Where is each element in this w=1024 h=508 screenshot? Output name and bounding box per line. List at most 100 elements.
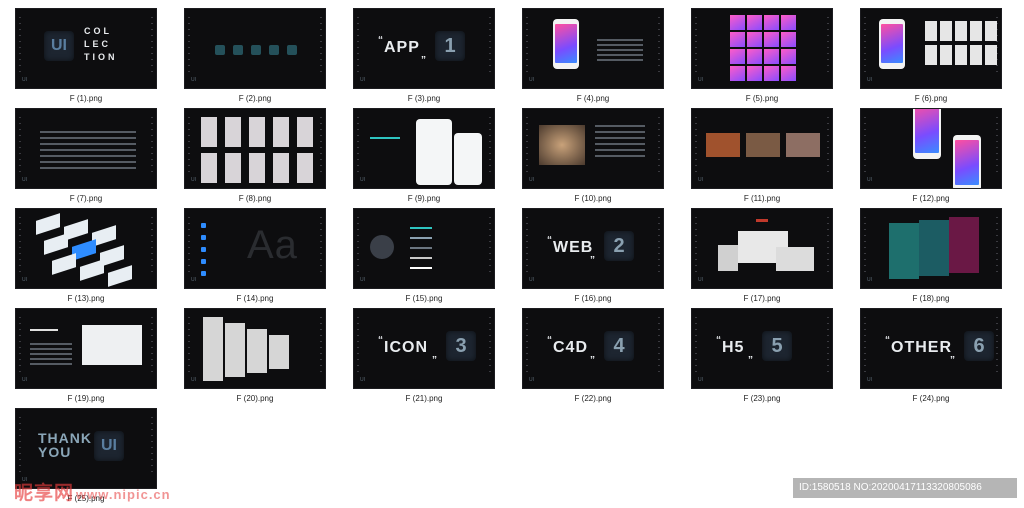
file-tile[interactable]: UI F (13).png [15, 208, 157, 303]
file-thumbnail: Aa UI [184, 208, 326, 289]
card [273, 153, 289, 183]
text-line [595, 137, 645, 139]
section-title: WEB [553, 239, 594, 256]
side-dots [827, 217, 829, 277]
section-title: ICON [384, 339, 428, 356]
color-bar [410, 257, 432, 259]
text-line [595, 131, 645, 133]
side-dots [695, 117, 697, 177]
file-tile[interactable]: UI F (20).png [184, 308, 326, 403]
text-line [30, 358, 72, 360]
tablet [718, 245, 738, 271]
phone-mockup [879, 19, 905, 69]
side-dots [151, 117, 153, 177]
open-quote: “ [378, 335, 383, 346]
side-dots [695, 217, 697, 277]
text-line [597, 44, 643, 46]
section-number: 6 [964, 331, 994, 361]
file-tile[interactable]: THANK YOU UI UI F (25).png [15, 408, 157, 503]
side-dots [19, 317, 21, 377]
section-title: H5 [722, 339, 745, 356]
web-page [269, 335, 289, 369]
section-title: OTHER [891, 339, 952, 356]
section-title: C4D [553, 339, 589, 356]
file-tile[interactable]: Aa UI F (14).png [184, 208, 326, 303]
file-tile[interactable]: UI F (12).png [860, 108, 1002, 203]
file-thumbnail: “ICON ” 3 UI [353, 308, 495, 389]
close-quote: ” [590, 355, 595, 366]
side-dots [658, 117, 660, 177]
file-tile[interactable]: UI F (5).png [691, 8, 833, 103]
section-number: 2 [604, 231, 634, 261]
file-name: F (12).png [912, 194, 950, 203]
icon-square [287, 45, 297, 55]
file-name: F (7).png [69, 194, 103, 203]
white-card [955, 45, 967, 65]
file-tile[interactable]: UI F (19).png [15, 308, 157, 403]
file-name: F (21).png [405, 394, 443, 403]
ui-badge: UI [94, 431, 124, 461]
file-thumbnail: UI [860, 108, 1002, 189]
file-tile[interactable]: UI F (17).png [691, 208, 833, 303]
file-tile[interactable]: “APP” 1 UI F (3).png [353, 8, 495, 103]
ui-mini-mark: UI [360, 377, 365, 383]
web-page [203, 317, 223, 381]
file-tile[interactable]: UI F (9).png [353, 108, 495, 203]
side-dots [151, 417, 153, 477]
text-line [597, 49, 643, 51]
card [249, 117, 265, 147]
file-tile[interactable]: UI F (15).png [353, 208, 495, 303]
file-tile[interactable]: UI F (4).png [522, 8, 664, 103]
file-tile[interactable]: “H5” 5 UI F (23).png [691, 308, 833, 403]
file-thumbnail: “WEB” 2 UI [522, 208, 664, 289]
side-dots [19, 117, 21, 177]
image-id-bar: ID:1580518 NO:20200417113320805086 [793, 478, 1017, 498]
table-row [40, 143, 136, 145]
file-tile[interactable]: UI F (11).png [691, 108, 833, 203]
file-tile[interactable]: “OTHER” 6 UI F (24).png [860, 308, 1002, 403]
side-dots [151, 17, 153, 77]
side-dots [357, 117, 359, 177]
side-dots [996, 117, 998, 177]
ui-mini-mark: UI [529, 77, 534, 83]
font-sample: Aa [247, 223, 298, 267]
ui-mini-mark: UI [529, 177, 534, 183]
card [225, 117, 241, 147]
color-panel [889, 223, 919, 279]
close-quote: ” [432, 355, 437, 366]
side-dots [320, 317, 322, 377]
ui-mini-mark: UI [22, 277, 27, 283]
file-name: F (18).png [912, 294, 950, 303]
phone-mockup [454, 133, 482, 185]
file-name: F (19).png [67, 394, 105, 403]
file-tile[interactable]: UI F (2).png [184, 8, 326, 103]
file-tile[interactable]: UI F (7).png [15, 108, 157, 203]
table-row [40, 167, 136, 169]
icon-square [233, 45, 243, 55]
file-tile[interactable]: “ICON ” 3 UI F (21).png [353, 308, 495, 403]
section-number: 4 [604, 331, 634, 361]
mosaic-cell [730, 32, 745, 47]
file-tile[interactable]: UI COL LEC TION UI F (1).png [15, 8, 157, 103]
file-tile[interactable]: UI F (8).png [184, 108, 326, 203]
table-row [40, 149, 136, 151]
color-bar [410, 247, 432, 249]
text-line [30, 353, 72, 355]
mosaic-cell [764, 15, 779, 30]
ui-badge: UI [44, 31, 74, 61]
white-card [955, 21, 967, 41]
icon-square [251, 45, 261, 55]
section-number: 1 [435, 31, 465, 61]
side-dots [827, 17, 829, 77]
file-tile[interactable]: UI F (10).png [522, 108, 664, 203]
file-tile[interactable]: UI F (18).png [860, 208, 1002, 303]
file-name: F (20).png [236, 394, 274, 403]
file-tile[interactable]: “C4D” 4 UI F (22).png [522, 308, 664, 403]
file-thumbnail: UI COL LEC TION UI [15, 8, 157, 89]
file-tile[interactable]: UI F (6).png [860, 8, 1002, 103]
text-line [597, 39, 643, 41]
text-line [595, 155, 645, 157]
section-number: 5 [762, 331, 792, 361]
close-quote: ” [421, 55, 426, 66]
file-tile[interactable]: “WEB” 2 UI F (16).png [522, 208, 664, 303]
